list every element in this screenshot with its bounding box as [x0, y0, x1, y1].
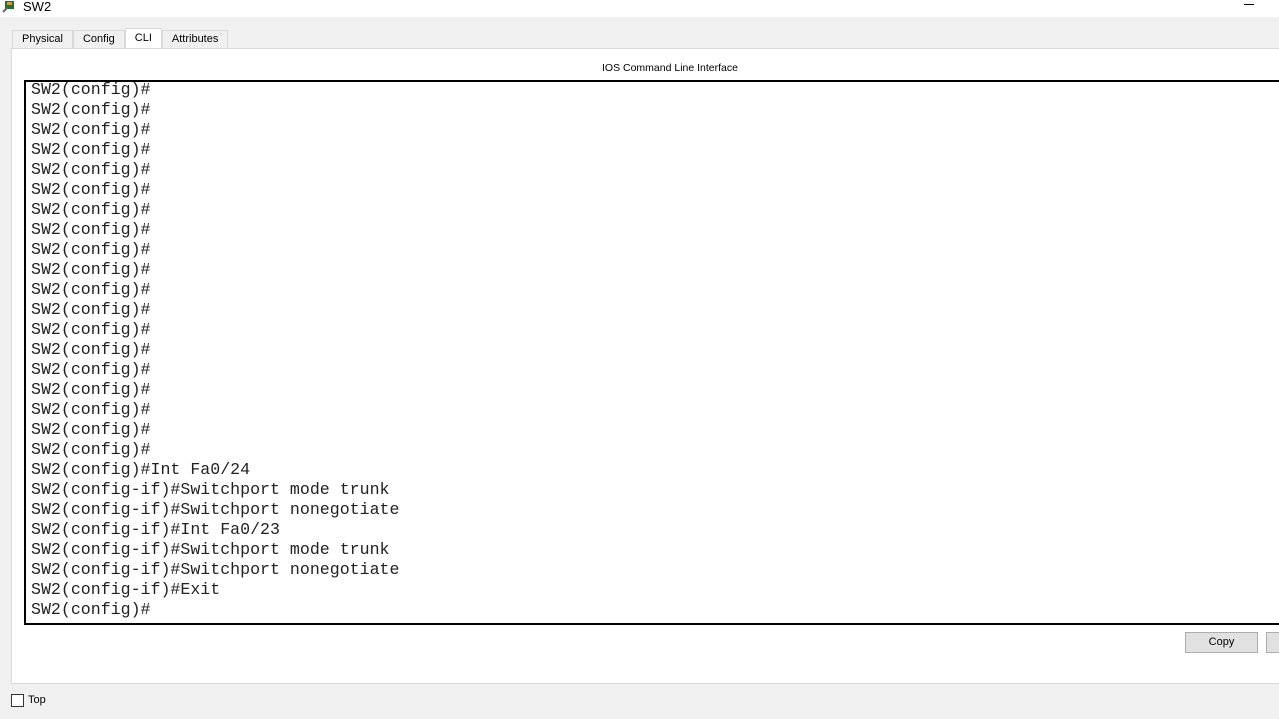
cli-line: SW2(config)# — [31, 420, 151, 439]
cli-line: SW2(config)# — [31, 120, 151, 139]
cli-line: SW2(config)# — [31, 200, 151, 219]
paste-button[interactable] — [1266, 632, 1279, 653]
cli-line: SW2(config)# — [31, 180, 151, 199]
top-label: Top — [28, 694, 46, 706]
window-title: SW2 — [23, 0, 52, 14]
copy-button[interactable]: Copy — [1185, 632, 1258, 653]
top-checkbox[interactable] — [11, 694, 24, 707]
cli-line: SW2(config-if)#Switchport nonegotiate — [31, 500, 400, 519]
tab-bar: Physical Config CLI Attributes — [12, 28, 229, 49]
cli-line: SW2(config)# — [31, 280, 151, 299]
cli-line: SW2(config)# — [31, 160, 151, 179]
tab-cli[interactable]: CLI — [124, 28, 162, 48]
cli-line: SW2(config)# — [31, 340, 151, 359]
cli-line: SW2(config)# — [31, 100, 151, 119]
cli-line: SW2(config)# — [31, 320, 151, 339]
cli-line: SW2(config)# — [31, 400, 151, 419]
cli-line: SW2(config)# — [31, 360, 151, 379]
cli-line: SW2(config)# — [31, 260, 151, 279]
cli-terminal[interactable]: SW2(config)# SW2(config)# SW2(config)# SW2(… — [24, 80, 1279, 625]
cli-line: SW2(config-if)#Exit — [31, 580, 221, 599]
cli-line: SW2(config)# — [31, 220, 151, 239]
cli-line: SW2(config)#Int Fa0/24 — [31, 460, 251, 479]
footer-bar — [0, 684, 1279, 719]
cli-line: SW2(config-if)#Switchport nonegotiate — [31, 560, 400, 579]
cli-line: SW2(config)# — [31, 240, 151, 259]
cli-line: SW2(config)# — [31, 80, 151, 99]
title-bar: SW2 — [0, 0, 1279, 17]
cli-line: SW2(config)# — [31, 440, 151, 459]
cli-heading: IOS Command Line Interface — [602, 62, 738, 74]
cli-line: SW2(config-if)#Switchport mode trunk — [31, 540, 390, 559]
cli-line: SW2(config)# — [31, 140, 151, 159]
cli-line: SW2(config)# — [31, 600, 151, 619]
minimize-button[interactable] — [1244, 4, 1254, 5]
cli-line: SW2(config)# — [31, 380, 151, 399]
tab-config[interactable]: Config — [72, 30, 125, 49]
cli-line: SW2(config-if)#Int Fa0/23 — [31, 520, 280, 539]
cli-line: SW2(config-if)#Switchport mode trunk — [31, 480, 390, 499]
switch-app-icon — [2, 1, 14, 13]
cli-line: SW2(config)# — [31, 300, 151, 319]
tab-attributes[interactable]: Attributes — [161, 30, 229, 49]
tab-physical[interactable]: Physical — [12, 30, 73, 49]
